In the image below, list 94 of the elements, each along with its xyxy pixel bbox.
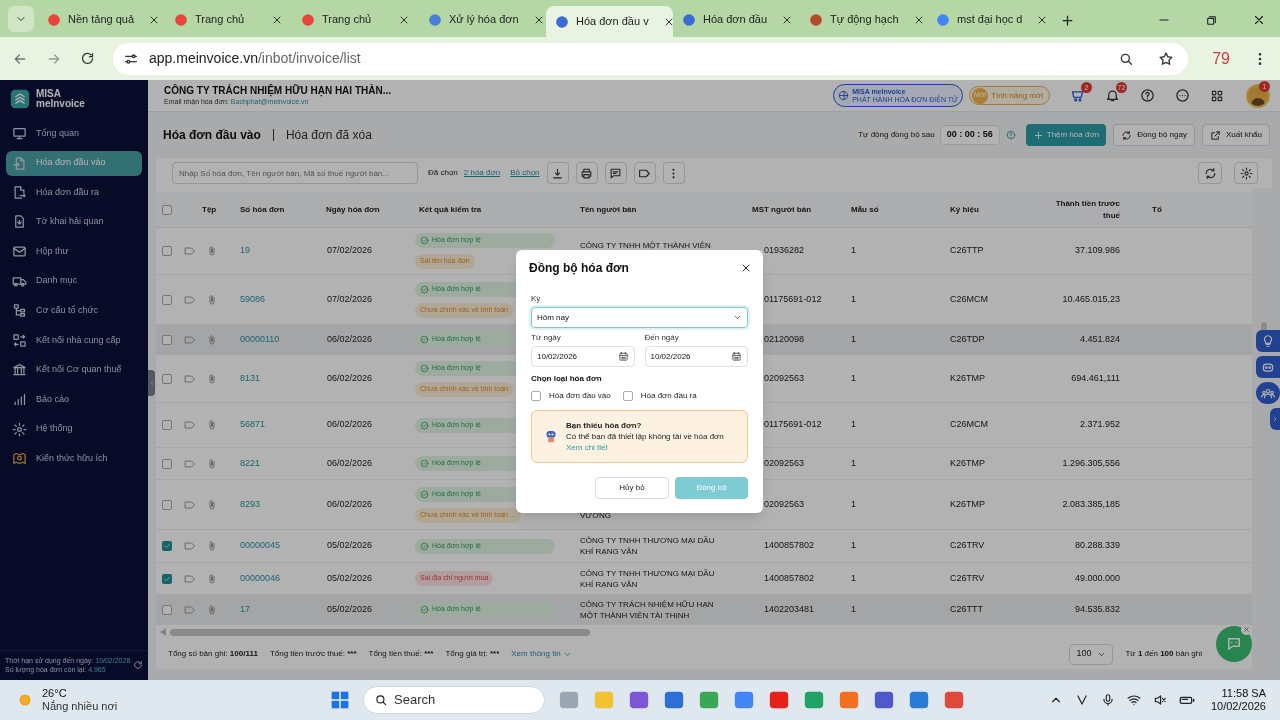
tab-title: mst đại học d xyxy=(957,12,1023,28)
table-cell-text: 1 xyxy=(850,539,857,553)
table-cell-text: 1 xyxy=(850,571,857,585)
record-range: Từ 1 đến 100 bản ghi xyxy=(1125,648,1202,660)
table-cell-text: 94.535.832 xyxy=(1073,602,1121,616)
table-cell-text: 05/02/2026 xyxy=(326,539,374,553)
column-header: Tệp xyxy=(201,203,218,216)
tab-title: Trang chủ xyxy=(195,12,245,28)
table-cell-text: 02120098 xyxy=(763,332,806,346)
table-cell-text: 1 xyxy=(850,371,857,385)
column-header: Kết quả kiểm tra xyxy=(418,203,483,216)
table-cell-text: C26TRV xyxy=(949,571,986,585)
table-cell-text: 694.461,111 xyxy=(1070,371,1121,385)
table-cell-text: 06/02/2026 xyxy=(326,332,374,346)
table-cell-text: 37.109.986 xyxy=(1073,244,1121,258)
table-cell-text: VƯƠNG xyxy=(580,510,613,521)
field-label: Đến ngày xyxy=(644,332,679,344)
table-cell-text: CÔNG TY TNHH THƯƠNG MẠI DẦU KHÍ RẠNG VÂN xyxy=(580,567,716,590)
notice-text: Có thể bạn đã thiết lập không tải về hóa đơn xyxy=(566,431,724,442)
column-header: MST người bán xyxy=(751,203,813,216)
table-cell-text: K26TMP xyxy=(949,456,986,470)
table-cell-text: CÔNG TY TNHH THƯƠNG MẠI DẦU KHÍ RẠNG VÂN xyxy=(580,535,716,557)
table-cell-text: 1 xyxy=(850,602,857,616)
logo-text: meInvoice xyxy=(36,99,85,109)
table-cell-text: 05/02/2026 xyxy=(326,602,374,616)
table-cell-text: 05/02/2026 xyxy=(326,571,374,585)
table-cell-text: C26TDP xyxy=(949,332,986,346)
table-cell-text: 10.465.015,23 xyxy=(1061,292,1121,306)
table-cell-text: 01175691-012 xyxy=(763,292,823,306)
table-cell-text: 1.296.305,556 xyxy=(1061,456,1121,470)
countdown-timer: 00 : 00 : 56 xyxy=(939,125,1000,145)
table-cell-text: 1402203481 xyxy=(763,602,816,616)
notice-title: Bạn thiếu hóa đơn? xyxy=(566,420,642,431)
table-cell-text: K26TMP xyxy=(949,371,986,385)
column-header: Tổ xyxy=(1151,203,1163,216)
table-cell-text: 06/02/2026 xyxy=(326,418,374,432)
table-cell-text: 06/02/2026 xyxy=(326,497,374,511)
summary-stat: Tổng giá trị: *** xyxy=(445,648,500,660)
sync-label: Tự động đồng bộ sau xyxy=(858,129,935,141)
table-cell-text: CÔNG TY TRÁCH NHIỆM HỮU HẠN MỘT THÀNH VIÊN TÀI THỊNH xyxy=(580,598,715,621)
table-cell-text: 1 xyxy=(850,244,857,258)
checkbox-label: Hóa đơn đầu vào xyxy=(549,390,611,402)
table-cell-text: 07/02/2026 xyxy=(326,292,374,306)
company-name: CÔNG TY TRÁCH NHIỆM HỮU HẠN HAI THÀN... xyxy=(164,84,391,96)
table-cell-text: 1 xyxy=(850,497,857,511)
tab-title: Xử lý hóa đơn xyxy=(449,12,519,28)
table-cell-text: C26TTT xyxy=(949,602,984,616)
table-cell-text: 1 xyxy=(850,456,857,470)
url-text: app.meinvoice.vn/inbot/invoice/list xyxy=(149,49,361,68)
table-cell-text: 2.083.385,185 xyxy=(1061,497,1121,511)
column-header: Thành tiền trước thuế xyxy=(1054,197,1121,222)
table-cell-text: 01175691-012 xyxy=(763,418,823,432)
table-cell-text: 1 xyxy=(850,418,857,432)
tab-title: Nền tảng quả xyxy=(68,12,135,28)
table-cell-text: 1 xyxy=(850,332,857,346)
column-header: Tên người bán xyxy=(579,203,638,216)
dialog-title: Đồng bộ hóa đơn xyxy=(529,260,629,277)
table-cell-text: 1400857802 xyxy=(763,539,816,553)
table-cell-text: CÔNG TY TNHH MỘT THÀNH VIÊN xyxy=(580,240,712,251)
table-cell-text: C26TTP xyxy=(949,244,985,258)
table-cell-text: 80.288.339 xyxy=(1073,539,1121,553)
table-cell-text: 4.451.824 xyxy=(1078,332,1121,346)
checkbox-label: Hóa đơn đầu ra xyxy=(640,390,697,402)
table-cell-text: 07/02/2026 xyxy=(326,244,374,258)
selection-label: Đã chọn xyxy=(428,167,458,179)
column-header: Số hóa đơn xyxy=(239,203,286,216)
table-cell-text: 49.000.000 xyxy=(1073,571,1121,585)
table-cell-text: 02092563 xyxy=(763,371,806,385)
column-header: Ngày hóa đơn xyxy=(325,203,381,216)
table-cell-text: C26TRV xyxy=(949,539,986,553)
table-cell-text: 06/02/2026 xyxy=(326,371,374,385)
section-label: Chọn loại hóa đơn xyxy=(531,373,602,385)
table-cell-text: 01936282 xyxy=(763,244,806,258)
table-cell-text: 1 xyxy=(850,292,857,306)
summary-stat: Tổng số bản ghi: 100/111 xyxy=(168,648,258,660)
table-cell-text: C26MCM xyxy=(949,418,989,432)
column-header: Ký hiệu xyxy=(949,203,980,216)
table-cell-text: 02092563 xyxy=(763,456,806,470)
table-cell-text: 06/02/2026 xyxy=(326,456,374,470)
tab-title: Tự động hạch xyxy=(830,12,899,28)
table-cell-text: C26MCM xyxy=(949,292,989,306)
logo-text: MISA xyxy=(36,89,62,99)
temperature: 26°C xyxy=(42,687,68,700)
column-header: Mẫu số xyxy=(850,203,880,216)
tab-title: Hóa đơn đầu xyxy=(703,12,768,28)
weather-text: Nắng nhiều nơi xyxy=(42,700,118,713)
table-cell-text: 2.371.952 xyxy=(1078,418,1121,432)
table-cell-text: 1400857802 xyxy=(763,571,816,585)
tab-title: Hóa đơn đầu v xyxy=(576,14,649,30)
summary-stat: Tổng tiền trước thuế: *** xyxy=(269,648,357,660)
table-cell-text: K26TMP xyxy=(949,497,986,511)
table-cell-text: 02092563 xyxy=(763,497,806,511)
summary-stat: Tổng tiền thuế: *** xyxy=(368,648,434,660)
tab-title: Trang chủ xyxy=(322,12,372,28)
